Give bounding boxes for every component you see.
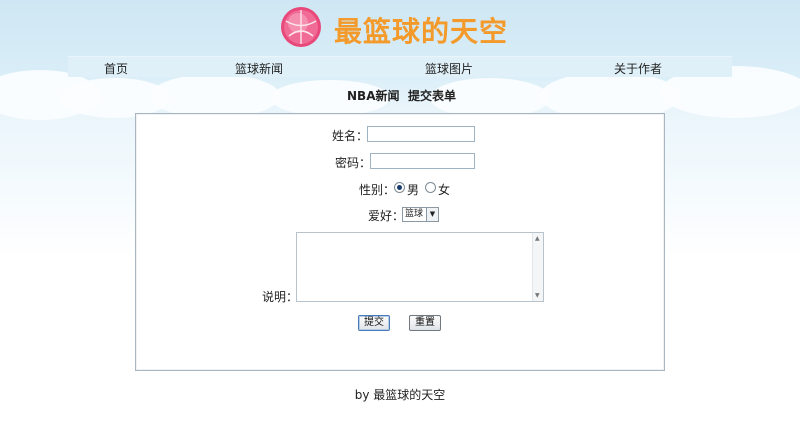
gender-female-label: 女	[438, 183, 451, 197]
basketball-icon	[281, 7, 321, 47]
nav-item-about-author[interactable]: 关于作者	[614, 60, 662, 77]
scrollbar[interactable]: ▲ ▼	[532, 233, 543, 301]
site-title: 最篮球的天空	[334, 15, 509, 48]
form-panel: 姓名： 密码： 性别： 男 女 爱好： 篮球 ▼ 说明： ▲ ▼ 提交 重置	[135, 113, 665, 371]
nav-item-home[interactable]: 首页	[104, 60, 128, 77]
nav-item-basketball-photos[interactable]: 篮球图片	[425, 60, 473, 77]
gender-female-radio[interactable]	[425, 182, 436, 193]
name-input[interactable]	[367, 126, 475, 142]
hobby-select[interactable]: 篮球 ▼	[402, 207, 439, 222]
scroll-up-icon[interactable]: ▲	[535, 235, 540, 242]
password-label: 密码：	[335, 156, 372, 170]
password-input[interactable]	[370, 153, 475, 169]
chevron-down-icon: ▼	[426, 208, 438, 221]
nav-item-basketball-news[interactable]: 篮球新闻	[235, 60, 283, 77]
site-header: 最篮球的天空	[0, 0, 800, 52]
description-label: 说明：	[262, 290, 299, 304]
scroll-down-icon[interactable]: ▼	[535, 292, 540, 299]
submit-button[interactable]: 提交	[358, 315, 390, 331]
gender-male-radio[interactable]	[394, 182, 405, 193]
footer-text: by 最篮球的天空	[354, 388, 446, 402]
main-nav: 首页 篮球新闻 篮球图片 关于作者	[68, 56, 732, 77]
hobby-selected-value: 篮球	[405, 209, 424, 219]
name-label: 姓名：	[332, 129, 369, 143]
gender-label: 性别：	[359, 183, 396, 197]
reset-button[interactable]: 重置	[409, 315, 441, 331]
description-textarea[interactable]: ▲ ▼	[296, 232, 544, 302]
subnav-link-submit-form[interactable]: 提交表单	[408, 87, 456, 104]
subnav-link-nba-news[interactable]: NBA新闻	[347, 87, 399, 104]
hobby-label: 爱好：	[368, 209, 405, 223]
gender-male-label: 男	[407, 183, 420, 197]
